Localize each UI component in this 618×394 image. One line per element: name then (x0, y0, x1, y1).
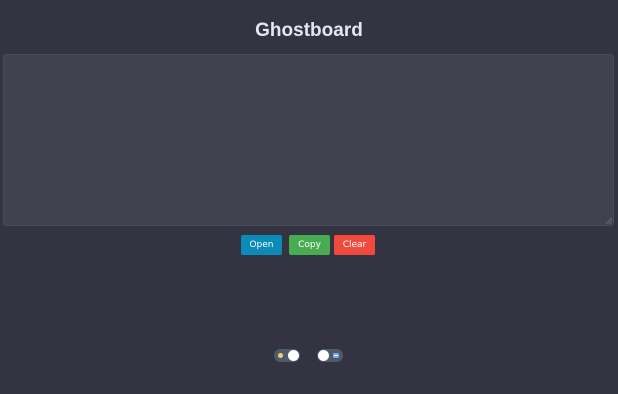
clear-button[interactable]: Clear (334, 235, 375, 255)
toggle-knob (288, 350, 299, 361)
toggle-knob (318, 350, 329, 361)
page-title: Ghostboard (255, 20, 363, 41)
theme-toggle[interactable] (274, 349, 300, 362)
sun-icon (278, 353, 283, 358)
keyboard-icon (333, 353, 339, 358)
mode-toggle[interactable] (317, 349, 343, 362)
open-button[interactable]: Open (241, 235, 282, 255)
copy-button[interactable]: Copy (289, 235, 330, 255)
app-window: Ghostboard Open Copy Clear (0, 0, 618, 394)
resize-grip-icon[interactable] (603, 215, 613, 225)
clipboard-textarea[interactable] (3, 54, 614, 226)
